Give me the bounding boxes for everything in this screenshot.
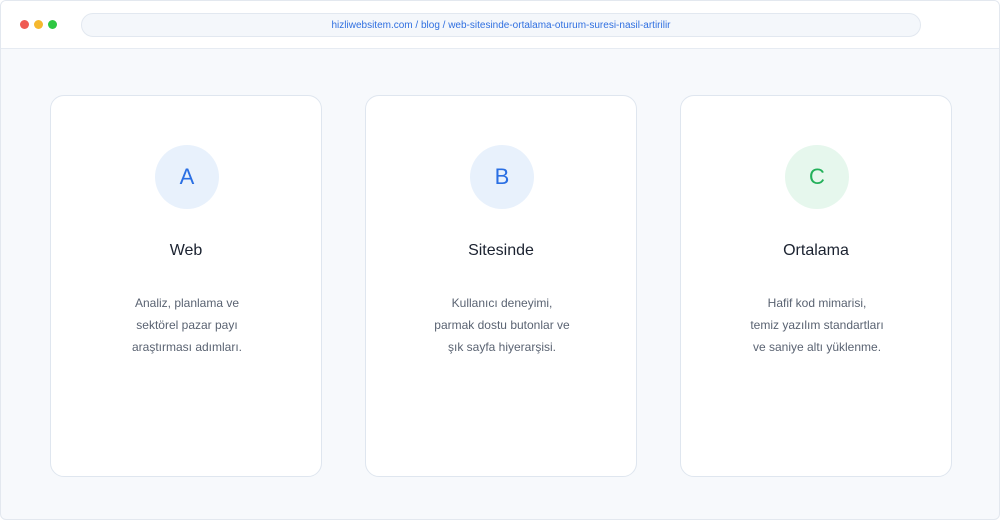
card-description-line: temiz yazılım standartları (750, 318, 884, 332)
card-description-line: şık sayfa hiyerarşisi. (447, 340, 557, 354)
card-description-line: Analiz, planlama ve (134, 296, 240, 310)
badge-c: C (785, 145, 849, 209)
card-description: Kullanıcı deneyimi, parmak dostu butonla… (386, 292, 618, 358)
card-title: Web (169, 242, 203, 259)
card-title: Ortalama (783, 242, 849, 259)
feature-card-web: A Web Analiz, planlama ve sektörel pazar… (50, 95, 322, 477)
maximize-window-icon[interactable] (48, 20, 57, 29)
card-description-line: ve saniye altı yüklenme. (752, 340, 882, 354)
card-description-line: sektörel pazar payı (136, 318, 238, 332)
window-controls (20, 20, 57, 29)
close-window-icon[interactable] (20, 20, 29, 29)
url-text: hizliwebsitem.com / blog / web-sitesinde… (331, 19, 671, 31)
card-description-line: Hafif kod mimarisi, (767, 296, 867, 310)
address-bar[interactable]: hizliwebsitem.com / blog / web-sitesinde… (81, 13, 921, 37)
card-description-line: Kullanıcı deneyimi, (451, 296, 553, 310)
feature-card-ortalama: C Ortalama Hafif kod mimarisi, temiz yaz… (680, 95, 952, 477)
minimize-window-icon[interactable] (34, 20, 43, 29)
badge-b: B (470, 145, 534, 209)
card-description-line: parmak dostu butonlar ve (434, 318, 570, 332)
browser-window: hizliwebsitem.com / blog / web-sitesinde… (0, 0, 1000, 520)
card-description-line: araştırması adımları. (131, 340, 243, 354)
badge-a: A (155, 145, 219, 209)
card-description: Analiz, planlama ve sektörel pazar payı … (71, 292, 303, 358)
page-content: A Web Analiz, planlama ve sektörel pazar… (1, 49, 999, 519)
browser-titlebar: hizliwebsitem.com / blog / web-sitesinde… (1, 1, 999, 49)
card-title: Sitesinde (468, 242, 534, 259)
card-description: Hafif kod mimarisi, temiz yazılım standa… (701, 292, 933, 358)
feature-card-sitesinde: B Sitesinde Kullanıcı deneyimi, parmak d… (365, 95, 637, 477)
